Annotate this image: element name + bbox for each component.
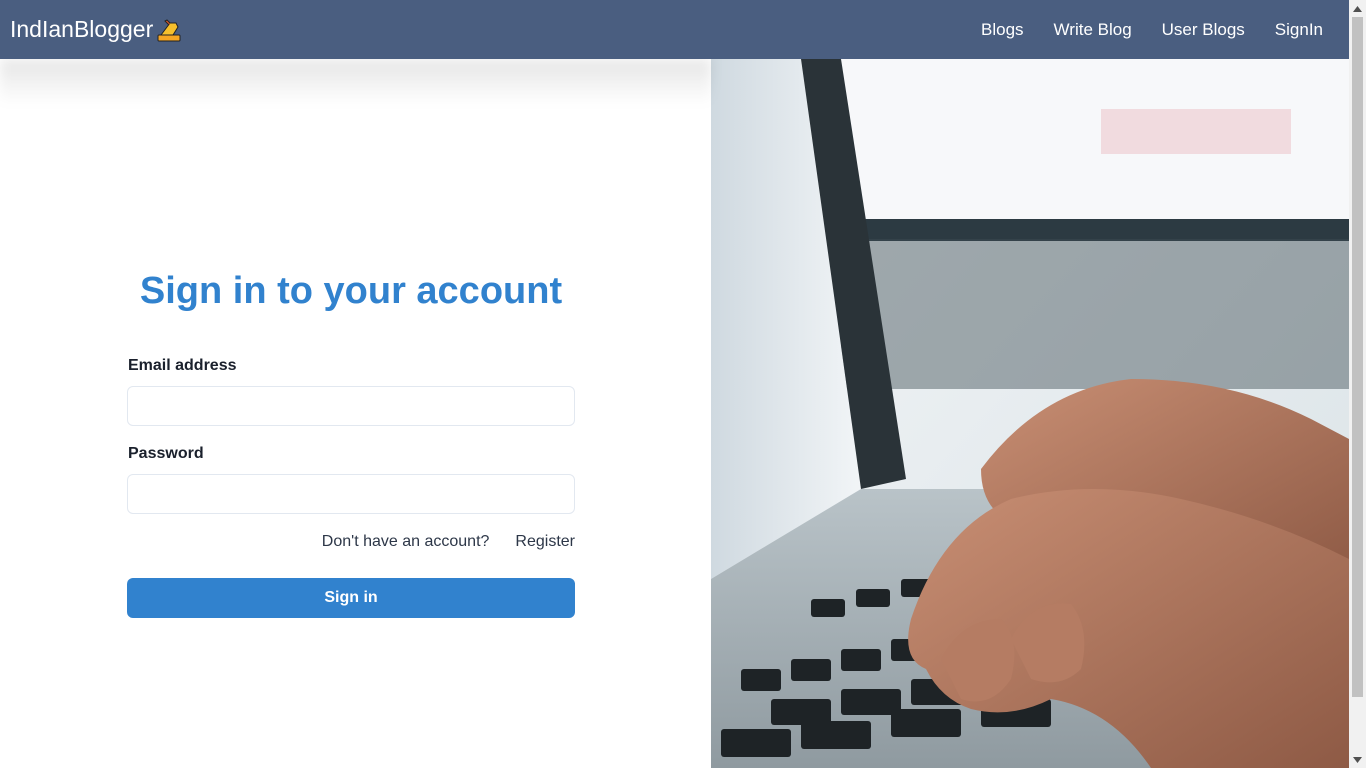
nav-link-write-blog[interactable]: Write Blog (1054, 20, 1132, 40)
writing-hand-icon (157, 18, 181, 41)
nav-link-blogs[interactable]: Blogs (981, 20, 1024, 40)
account-prompt: Don't have an account? Register (322, 533, 575, 551)
register-link[interactable]: Register (515, 533, 575, 551)
navbar: IndIanBlogger Blogs Write Blog User Blog… (0, 0, 1349, 59)
page-title: Sign in to your account (139, 270, 563, 312)
email-field[interactable] (127, 386, 575, 426)
nav-links: Blogs Write Blog User Blogs SignIn (981, 20, 1323, 40)
brand-logo[interactable]: IndIanBlogger (10, 16, 182, 43)
scrollbar-thumb[interactable] (1352, 17, 1363, 697)
signin-button[interactable]: Sign in (127, 578, 575, 618)
navbar-shadow (0, 59, 711, 105)
nav-link-signin[interactable]: SignIn (1275, 20, 1323, 40)
scroll-up-arrow-icon[interactable] (1349, 0, 1366, 17)
hero-image (711, 59, 1349, 768)
password-field[interactable] (127, 474, 575, 514)
nav-link-user-blogs[interactable]: User Blogs (1162, 20, 1245, 40)
password-label: Password (128, 445, 204, 462)
no-account-text: Don't have an account? (321, 533, 490, 550)
scroll-down-arrow-icon[interactable] (1349, 751, 1366, 768)
vertical-scrollbar[interactable] (1349, 0, 1366, 768)
email-label: Email address (128, 357, 237, 374)
hands-typing-on-laptop-photo (711, 59, 1349, 768)
brand-name: IndIanBlogger (10, 16, 154, 42)
